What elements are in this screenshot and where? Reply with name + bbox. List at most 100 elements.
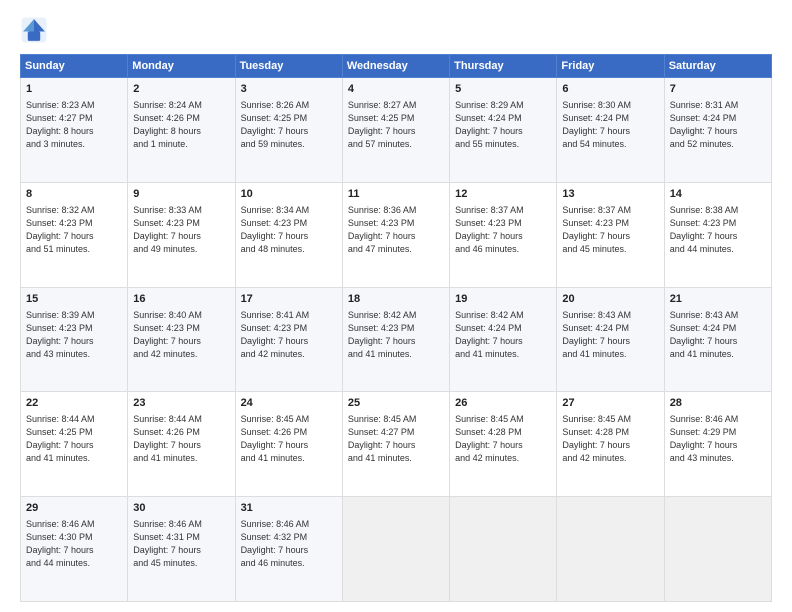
day-cell: 19Sunrise: 8:42 AMSunset: 4:24 PMDayligh… (450, 287, 557, 392)
week-row-4: 22Sunrise: 8:44 AMSunset: 4:25 PMDayligh… (21, 392, 772, 497)
day-info: and 51 minutes. (26, 244, 90, 254)
day-info: Sunset: 4:29 PM (670, 427, 737, 437)
day-info: and 43 minutes. (26, 349, 90, 359)
day-info: Sunrise: 8:44 AM (26, 414, 95, 424)
day-number: 19 (455, 292, 551, 308)
day-info: Sunset: 4:26 PM (241, 427, 308, 437)
day-number: 29 (26, 501, 122, 517)
day-info: and 41 minutes. (348, 453, 412, 463)
day-cell: 22Sunrise: 8:44 AMSunset: 4:25 PMDayligh… (21, 392, 128, 497)
day-info: and 41 minutes. (670, 349, 734, 359)
day-info: and 41 minutes. (455, 349, 519, 359)
day-number: 31 (241, 501, 337, 517)
day-info: Sunset: 4:27 PM (348, 427, 415, 437)
day-number: 20 (562, 292, 658, 308)
day-info: and 42 minutes. (455, 453, 519, 463)
day-info: Daylight: 7 hours (455, 231, 523, 241)
day-number: 2 (133, 82, 229, 98)
day-cell: 23Sunrise: 8:44 AMSunset: 4:26 PMDayligh… (128, 392, 235, 497)
day-cell: 24Sunrise: 8:45 AMSunset: 4:26 PMDayligh… (235, 392, 342, 497)
col-header-friday: Friday (557, 55, 664, 78)
col-header-tuesday: Tuesday (235, 55, 342, 78)
day-number: 3 (241, 82, 337, 98)
day-info: Sunrise: 8:40 AM (133, 310, 202, 320)
day-number: 8 (26, 187, 122, 203)
day-info: and 3 minutes. (26, 139, 85, 149)
day-info: Sunrise: 8:33 AM (133, 205, 202, 215)
day-number: 4 (348, 82, 444, 98)
day-info: Sunset: 4:31 PM (133, 532, 200, 542)
day-info: Sunset: 4:25 PM (26, 427, 93, 437)
day-info: Sunrise: 8:37 AM (455, 205, 524, 215)
day-info: and 41 minutes. (26, 453, 90, 463)
day-info: and 42 minutes. (133, 349, 197, 359)
day-info: Daylight: 7 hours (241, 336, 309, 346)
day-info: Sunrise: 8:26 AM (241, 100, 310, 110)
day-cell: 15Sunrise: 8:39 AMSunset: 4:23 PMDayligh… (21, 287, 128, 392)
day-cell: 12Sunrise: 8:37 AMSunset: 4:23 PMDayligh… (450, 182, 557, 287)
day-cell: 16Sunrise: 8:40 AMSunset: 4:23 PMDayligh… (128, 287, 235, 392)
day-info: and 48 minutes. (241, 244, 305, 254)
day-cell: 14Sunrise: 8:38 AMSunset: 4:23 PMDayligh… (664, 182, 771, 287)
day-info: Sunrise: 8:45 AM (562, 414, 631, 424)
day-info: Sunset: 4:32 PM (241, 532, 308, 542)
day-info: Sunrise: 8:43 AM (670, 310, 739, 320)
day-number: 11 (348, 187, 444, 203)
day-info: Sunrise: 8:46 AM (241, 519, 310, 529)
header-row: SundayMondayTuesdayWednesdayThursdayFrid… (21, 55, 772, 78)
day-info: Sunrise: 8:23 AM (26, 100, 95, 110)
day-info: Sunrise: 8:46 AM (133, 519, 202, 529)
day-cell (557, 497, 664, 602)
day-info: Daylight: 7 hours (455, 126, 523, 136)
day-number: 5 (455, 82, 551, 98)
day-number: 13 (562, 187, 658, 203)
day-cell: 6Sunrise: 8:30 AMSunset: 4:24 PMDaylight… (557, 78, 664, 183)
day-info: Sunset: 4:23 PM (348, 323, 415, 333)
day-info: and 44 minutes. (26, 558, 90, 568)
day-cell: 20Sunrise: 8:43 AMSunset: 4:24 PMDayligh… (557, 287, 664, 392)
day-info: Daylight: 8 hours (26, 126, 94, 136)
day-info: Sunrise: 8:34 AM (241, 205, 310, 215)
day-info: Sunrise: 8:45 AM (455, 414, 524, 424)
day-info: Sunset: 4:25 PM (348, 113, 415, 123)
day-info: and 42 minutes. (241, 349, 305, 359)
day-info: Daylight: 7 hours (26, 336, 94, 346)
day-info: Daylight: 7 hours (670, 231, 738, 241)
day-info: Sunrise: 8:24 AM (133, 100, 202, 110)
day-info: Daylight: 7 hours (348, 126, 416, 136)
day-info: Sunset: 4:24 PM (455, 323, 522, 333)
day-info: Sunset: 4:25 PM (241, 113, 308, 123)
day-cell: 25Sunrise: 8:45 AMSunset: 4:27 PMDayligh… (342, 392, 449, 497)
day-info: Sunset: 4:23 PM (348, 218, 415, 228)
day-info: Sunset: 4:24 PM (562, 113, 629, 123)
day-info: Sunset: 4:28 PM (455, 427, 522, 437)
day-info: Sunset: 4:28 PM (562, 427, 629, 437)
col-header-saturday: Saturday (664, 55, 771, 78)
day-number: 23 (133, 396, 229, 412)
day-info: Sunrise: 8:44 AM (133, 414, 202, 424)
day-info: Daylight: 7 hours (455, 440, 523, 450)
day-info: Daylight: 8 hours (133, 126, 201, 136)
day-info: Daylight: 7 hours (348, 336, 416, 346)
day-info: Sunset: 4:23 PM (241, 323, 308, 333)
day-info: and 43 minutes. (670, 453, 734, 463)
day-number: 17 (241, 292, 337, 308)
day-info: Daylight: 7 hours (241, 231, 309, 241)
day-cell: 2Sunrise: 8:24 AMSunset: 4:26 PMDaylight… (128, 78, 235, 183)
day-cell: 28Sunrise: 8:46 AMSunset: 4:29 PMDayligh… (664, 392, 771, 497)
day-info: Daylight: 7 hours (562, 440, 630, 450)
day-cell: 3Sunrise: 8:26 AMSunset: 4:25 PMDaylight… (235, 78, 342, 183)
day-info: Sunrise: 8:27 AM (348, 100, 417, 110)
day-number: 27 (562, 396, 658, 412)
day-info: and 1 minute. (133, 139, 188, 149)
day-info: Daylight: 7 hours (133, 440, 201, 450)
day-cell: 29Sunrise: 8:46 AMSunset: 4:30 PMDayligh… (21, 497, 128, 602)
day-info: Sunset: 4:23 PM (455, 218, 522, 228)
col-header-wednesday: Wednesday (342, 55, 449, 78)
day-info: Sunset: 4:24 PM (562, 323, 629, 333)
day-cell: 1Sunrise: 8:23 AMSunset: 4:27 PMDaylight… (21, 78, 128, 183)
day-info: Daylight: 7 hours (26, 545, 94, 555)
day-number: 6 (562, 82, 658, 98)
day-info: and 49 minutes. (133, 244, 197, 254)
day-info: and 42 minutes. (562, 453, 626, 463)
